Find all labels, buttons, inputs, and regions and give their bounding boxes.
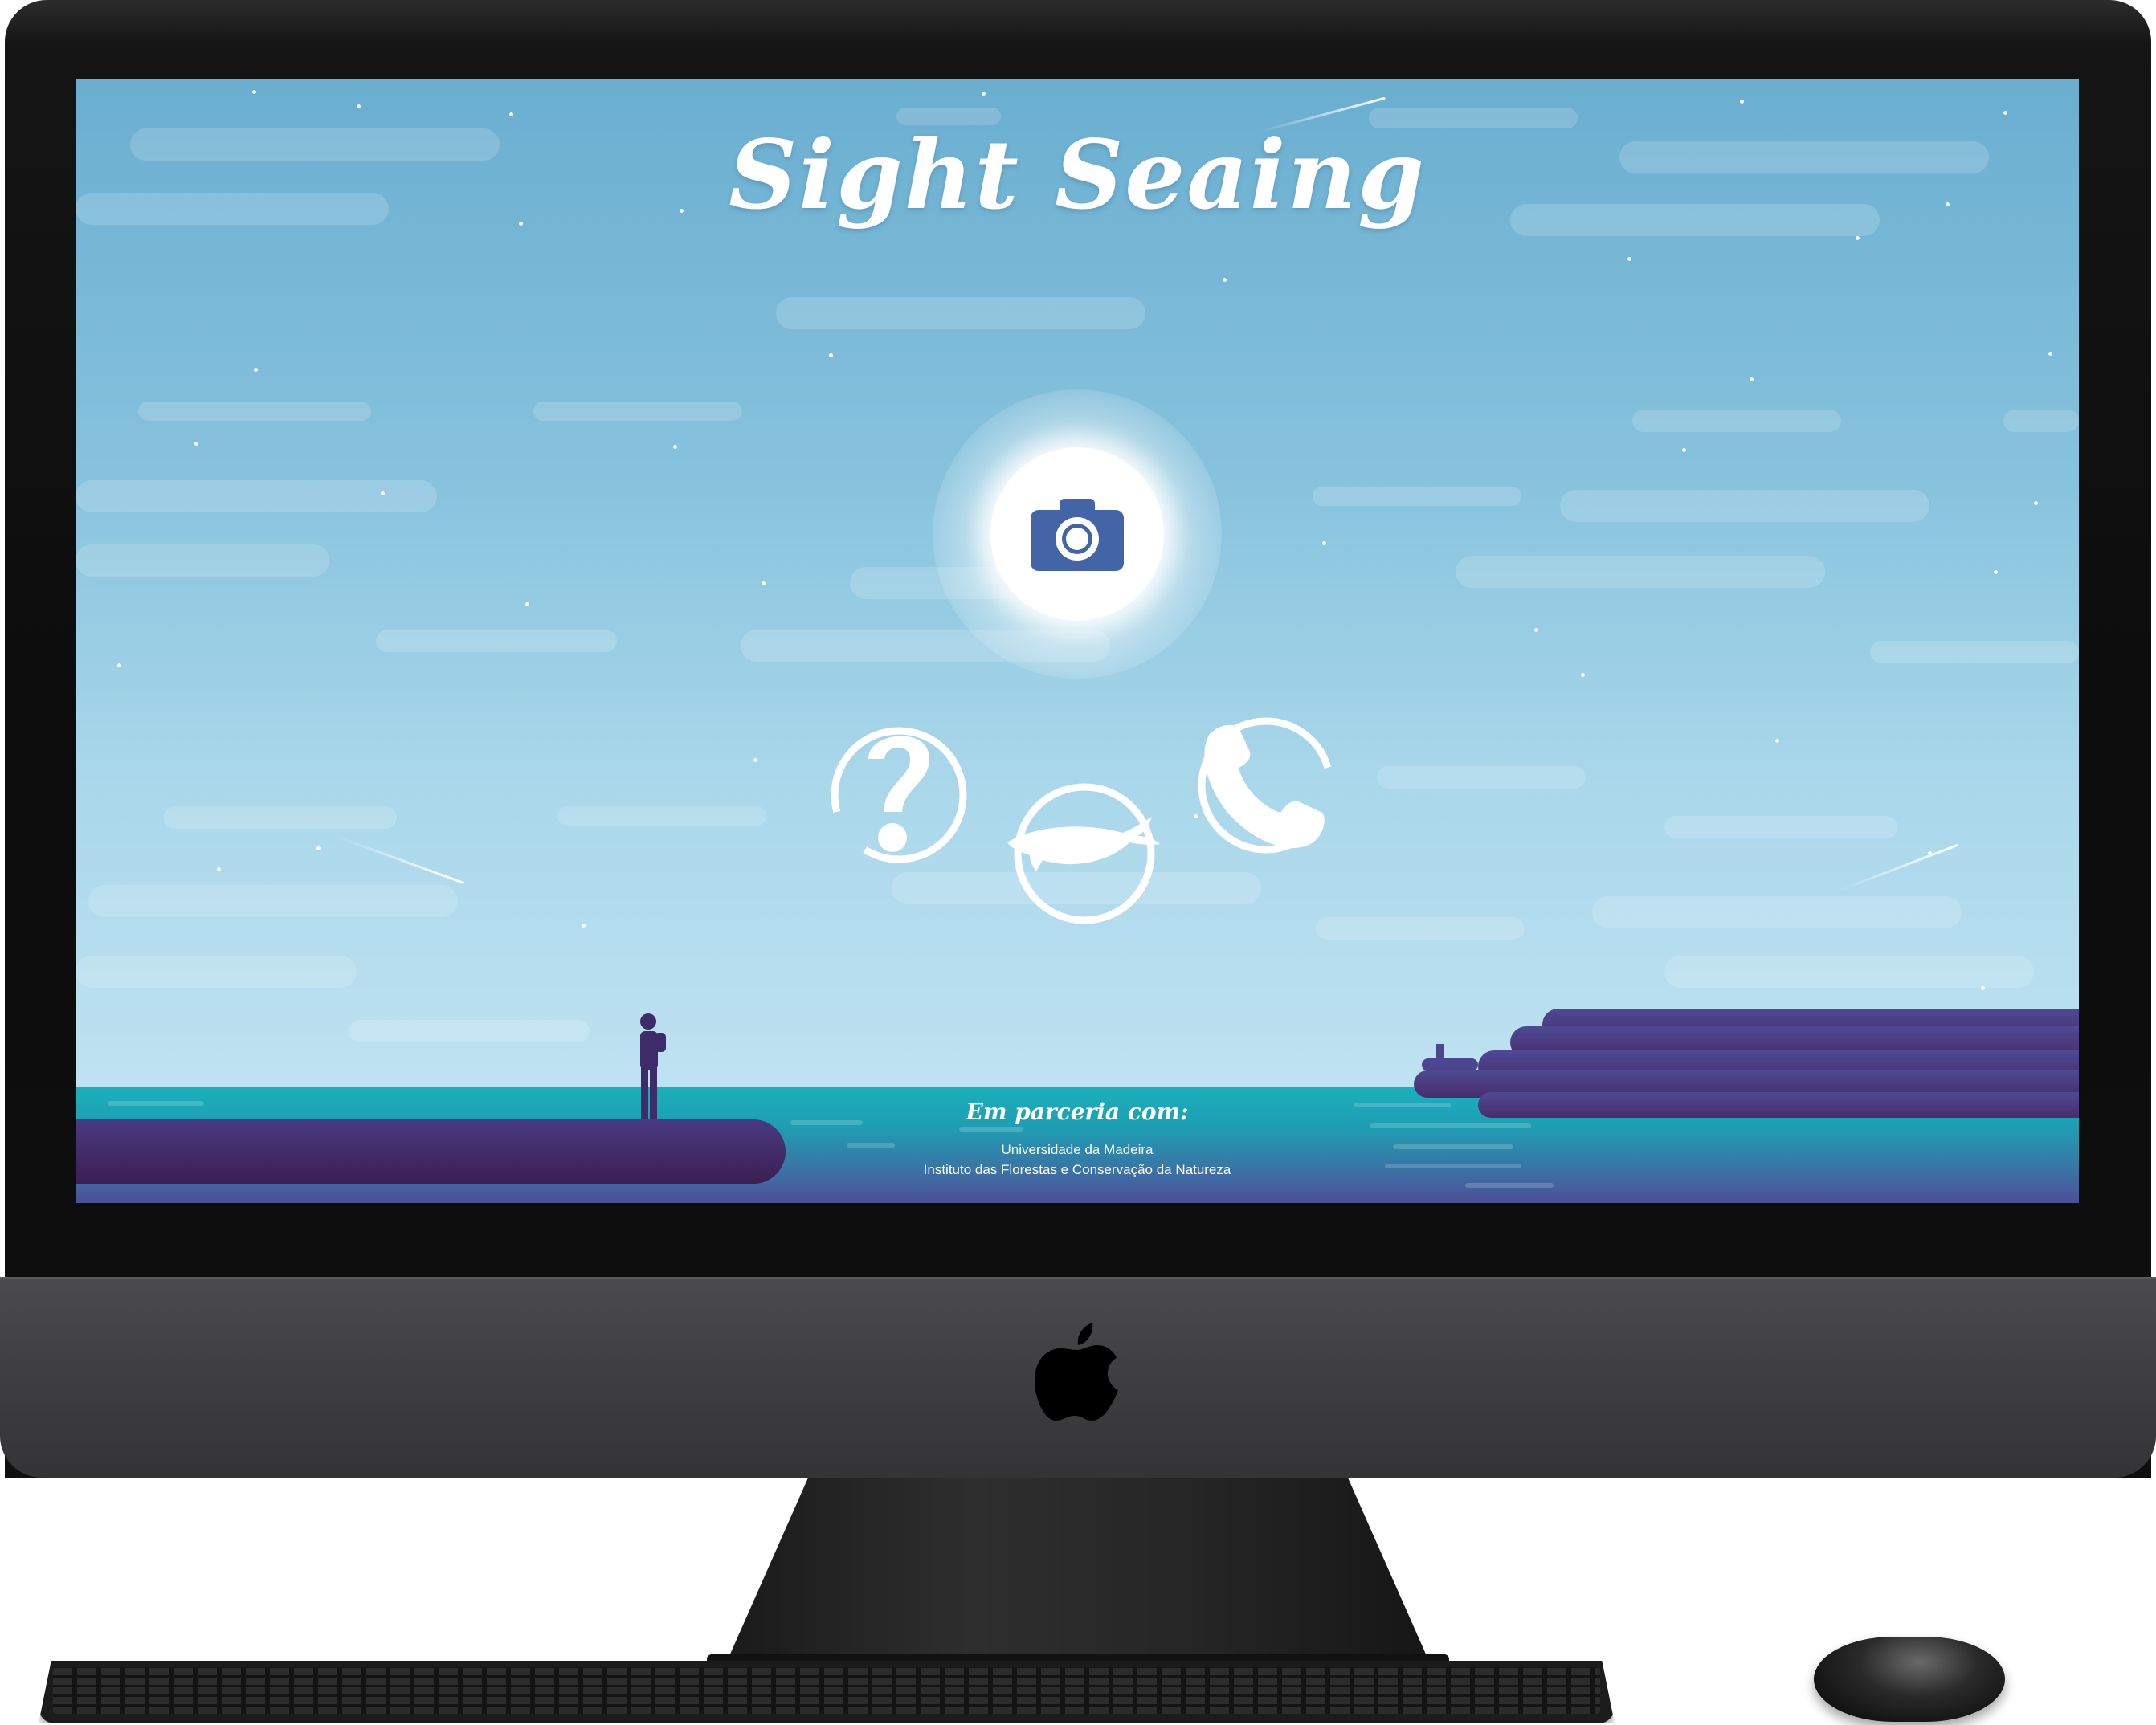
star	[1775, 739, 1779, 743]
star	[1682, 448, 1686, 452]
wave	[1370, 1123, 1531, 1128]
cloud	[349, 1020, 590, 1042]
partners-heading: Em parceria com:	[966, 1099, 1189, 1125]
star	[525, 602, 529, 606]
wave	[1393, 1144, 1513, 1149]
star	[2034, 501, 2038, 505]
cloud	[88, 885, 458, 917]
cloud	[76, 480, 437, 512]
cloud	[138, 402, 371, 421]
boat-silhouette	[1422, 1044, 1478, 1071]
cloud	[1560, 490, 1929, 522]
wave	[1354, 1103, 1451, 1107]
star	[829, 353, 833, 357]
cloud	[1313, 487, 1521, 506]
cloud	[1632, 410, 1841, 432]
cloud	[557, 806, 766, 826]
star	[252, 90, 256, 94]
star	[582, 924, 586, 928]
wave	[108, 1101, 204, 1106]
cliff	[1478, 1092, 2079, 1118]
star	[982, 92, 986, 96]
whale-icon	[1007, 817, 1160, 871]
cloud	[376, 630, 617, 652]
star	[1981, 986, 1985, 990]
star	[1740, 100, 1744, 104]
cloud	[1664, 816, 1897, 838]
star	[254, 368, 258, 372]
star	[1750, 377, 1754, 381]
cloud	[164, 806, 397, 829]
cloud	[1664, 956, 2034, 988]
star	[2003, 111, 2007, 115]
wave	[959, 1127, 1023, 1132]
wave	[1385, 1164, 1521, 1168]
cloud	[1592, 896, 1962, 928]
person-silhouette	[640, 1013, 666, 1119]
star	[753, 758, 757, 762]
star	[217, 867, 221, 871]
magic-mouse	[1814, 1637, 2005, 1722]
camera-icon	[1031, 499, 1124, 571]
star	[117, 663, 121, 667]
keyboard	[39, 1661, 1615, 1723]
star	[1627, 257, 1631, 261]
star	[1534, 628, 1538, 632]
star	[762, 581, 766, 585]
star	[194, 442, 198, 446]
partner-institute: Instituto das Florestas e Conservação da…	[923, 1162, 1231, 1177]
star	[357, 104, 361, 108]
cloud	[76, 544, 329, 577]
camera-button-core	[990, 447, 1164, 621]
star	[1223, 278, 1227, 282]
star	[673, 445, 677, 449]
cloud	[533, 402, 742, 421]
imac-stand	[723, 1478, 1433, 1670]
star	[381, 491, 385, 495]
help-button[interactable]	[827, 709, 971, 870]
wave	[1465, 1183, 1554, 1188]
contact-button[interactable]	[1192, 713, 1337, 858]
cloud	[776, 297, 1145, 329]
star	[1581, 673, 1585, 677]
cloud	[1870, 641, 2079, 663]
apple-logo-icon	[1035, 1323, 1118, 1421]
imac-chin	[0, 1277, 2156, 1478]
island	[76, 1119, 786, 1184]
star	[509, 112, 513, 116]
star	[2048, 352, 2052, 356]
cloud	[2003, 410, 2079, 432]
partner-university: Universidade da Madeira	[1001, 1142, 1154, 1157]
shooting-star	[1837, 843, 1958, 892]
cloud	[1377, 766, 1586, 789]
cloud	[1456, 556, 1825, 588]
keyboard-keys	[53, 1667, 1600, 1714]
star	[1322, 541, 1326, 545]
cloud	[76, 956, 357, 988]
star	[1994, 570, 1998, 574]
shooting-star	[335, 835, 465, 885]
question-mark-icon	[868, 736, 929, 852]
camera-button[interactable]	[933, 389, 1222, 679]
cloud	[1316, 917, 1525, 940]
app-title: Sight Seaing	[729, 119, 1426, 230]
whale-button[interactable]	[1001, 765, 1162, 926]
star	[316, 846, 321, 850]
app-screen: Sight Seaing Em parceria com: Universida…	[76, 79, 2079, 1203]
wave	[790, 1120, 863, 1125]
